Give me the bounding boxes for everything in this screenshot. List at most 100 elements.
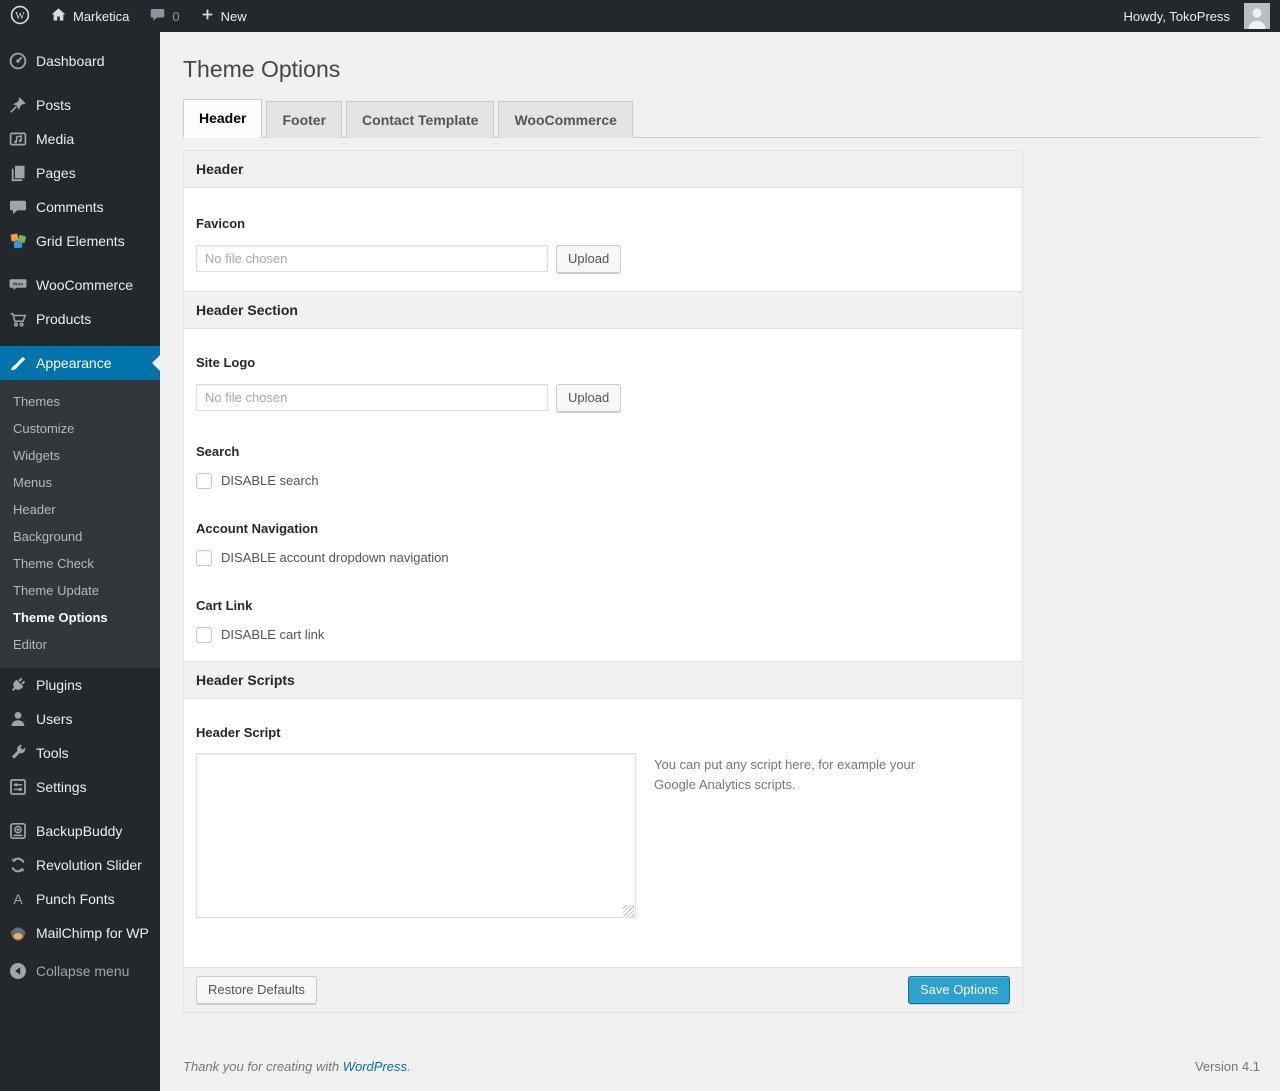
sidebar-item-revolution-slider[interactable]: Revolution Slider [0, 848, 160, 882]
tab-footer[interactable]: Footer [266, 100, 343, 138]
header-script-textarea[interactable] [196, 752, 636, 918]
favicon-label: Favicon [196, 215, 246, 231]
revolution-slider-icon [0, 855, 36, 875]
menu-separator [0, 804, 160, 814]
submenu-item-theme-options[interactable]: Theme Options [0, 604, 160, 631]
plugins-icon [0, 675, 36, 695]
disable-cart-link-checkbox[interactable] [196, 626, 212, 643]
sidebar-item-label: Comments [36, 199, 104, 215]
header-script-help-text: You can put any script here, for example… [654, 756, 916, 793]
svg-text:A: A [13, 891, 23, 907]
collapse-menu-button[interactable]: Collapse menu [0, 954, 160, 988]
grid-elements-icon [0, 231, 36, 251]
sidebar-item-tools[interactable]: Tools [0, 736, 160, 770]
site-name-label: Marketica [73, 8, 130, 24]
comment-bubble-icon [149, 6, 166, 26]
sidebar-item-label: Plugins [36, 677, 82, 693]
favicon-upload-button[interactable]: Upload [556, 244, 622, 273]
menu-separator [0, 258, 160, 268]
sidebar-item-label: Dashboard [36, 53, 105, 69]
disable-cart-link-checkbox-label: DISABLE cart link [221, 627, 325, 643]
appearance-submenu: Themes Customize Widgets Menus Header Ba… [0, 380, 160, 668]
settings-sliders-icon [0, 777, 36, 797]
section-header: Header [184, 150, 1022, 188]
sidebar-item-media[interactable]: Media [0, 122, 160, 156]
sidebar-item-users[interactable]: Users [0, 702, 160, 736]
submenu-item-widgets[interactable]: Widgets [0, 442, 160, 469]
footer-version: Version 4.1 [1194, 1058, 1260, 1074]
restore-defaults-button[interactable]: Restore Defaults [196, 975, 317, 1004]
sidebar-item-backupbuddy[interactable]: BackupBuddy [0, 814, 160, 848]
wordpress-link[interactable]: WordPress [343, 1059, 407, 1074]
avatar [1244, 3, 1270, 29]
submenu-item-theme-update[interactable]: Theme Update [0, 577, 160, 604]
submenu-item-themes[interactable]: Themes [0, 388, 160, 415]
page-footer: Thank you for creating with WordPress. V… [183, 1059, 1260, 1074]
tab-contact-template[interactable]: Contact Template [346, 100, 495, 138]
menu-separator [0, 336, 160, 346]
disable-search-checkbox[interactable] [196, 472, 212, 489]
site-logo-label: Site Logo [196, 354, 256, 370]
sidebar-item-label: Tools [36, 745, 69, 761]
sidebar-item-products[interactable]: Products [0, 302, 160, 336]
main-content: Theme Options Header Footer Contact Templa… [160, 0, 1280, 1091]
sidebar-item-comments[interactable]: Comments [0, 190, 160, 224]
sidebar-item-label: MailChimp for WP [36, 925, 149, 941]
wp-logo-menu[interactable]: W [0, 0, 40, 32]
sidebar-item-settings[interactable]: Settings [0, 770, 160, 804]
sidebar-item-label: Punch Fonts [36, 891, 115, 907]
collapse-arrow-icon [0, 961, 36, 981]
user-icon [0, 709, 36, 729]
new-label: New [220, 8, 247, 24]
sidebar-item-plugins[interactable]: Plugins [0, 668, 160, 702]
disable-account-nav-checkbox[interactable] [196, 549, 212, 566]
sidebar-item-posts[interactable]: Posts [0, 88, 160, 122]
search-label: Search [196, 443, 240, 459]
header-script-label: Header Script [196, 724, 281, 740]
favicon-file-input[interactable] [196, 245, 548, 273]
cart-link-label: Cart Link [196, 597, 253, 613]
save-options-button[interactable]: Save Options [907, 975, 1010, 1004]
sidebar-item-punch-fonts[interactable]: A Punch Fonts [0, 882, 160, 916]
sidebar-item-pages[interactable]: Pages [0, 156, 160, 190]
admin-bar: W Marketica 0 New Howdy, TokoPress [0, 0, 1280, 32]
sidebar-item-dashboard[interactable]: Dashboard [0, 44, 160, 78]
sidebar-item-label: Settings [36, 779, 87, 795]
home-icon [50, 6, 67, 26]
my-account-menu[interactable]: Howdy, TokoPress [1114, 0, 1280, 32]
tab-header[interactable]: Header [183, 98, 263, 138]
submenu-item-header[interactable]: Header [0, 496, 160, 523]
submenu-item-theme-check[interactable]: Theme Check [0, 550, 160, 577]
account-navigation-label: Account Navigation [196, 520, 319, 536]
site-logo-file-input[interactable] [196, 384, 548, 412]
submenu-item-customize[interactable]: Customize [0, 415, 160, 442]
sidebar-item-label: Revolution Slider [36, 857, 142, 873]
appearance-brush-icon [0, 353, 36, 373]
page-title: Theme Options [183, 56, 341, 82]
sidebar-item-appearance[interactable]: Appearance [0, 346, 160, 380]
comments-menu[interactable]: 0 [139, 0, 189, 32]
wordpress-logo-icon: W [10, 5, 30, 28]
comment-count: 0 [172, 8, 180, 24]
new-content-menu[interactable]: New [190, 0, 257, 32]
sidebar-item-label: WooCommerce [36, 277, 133, 293]
comments-icon [0, 197, 36, 217]
svg-text:W: W [15, 10, 25, 21]
submenu-item-menus[interactable]: Menus [0, 469, 160, 496]
tab-woocommerce[interactable]: WooCommerce [498, 100, 633, 138]
submenu-item-background[interactable]: Background [0, 523, 160, 550]
sidebar-item-label: BackupBuddy [36, 823, 123, 839]
sidebar-item-grid-elements[interactable]: Grid Elements [0, 224, 160, 258]
site-name-menu[interactable]: Marketica [40, 0, 139, 32]
svg-text:Woo: Woo [13, 282, 23, 288]
sidebar-item-woocommerce[interactable]: Woo WooCommerce [0, 268, 160, 302]
site-logo-upload-button[interactable]: Upload [556, 383, 622, 412]
letter-a-icon: A [0, 889, 36, 909]
sidebar-item-label: Collapse menu [36, 963, 130, 979]
footer-thanks-text: Thank you for creating with WordPress. [183, 1058, 411, 1074]
submenu-item-editor[interactable]: Editor [0, 631, 160, 658]
sidebar-item-label: Appearance [36, 355, 112, 371]
sidebar-item-mailchimp[interactable]: MailChimp for WP [0, 916, 160, 950]
disable-account-nav-checkbox-label: DISABLE account dropdown navigation [221, 550, 449, 566]
mailchimp-monkey-icon [0, 923, 36, 943]
